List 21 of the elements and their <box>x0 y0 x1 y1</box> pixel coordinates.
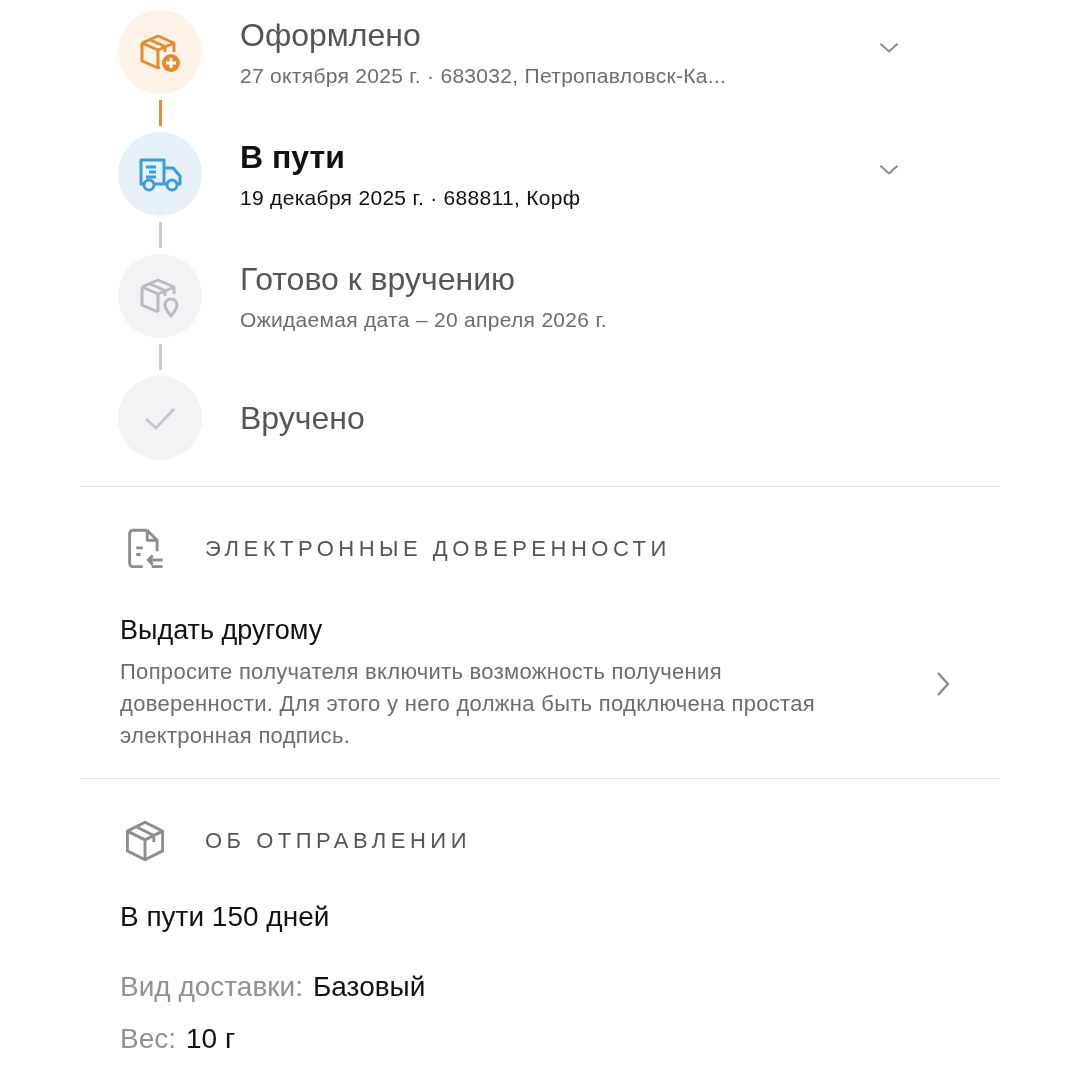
item-description: Попросите получателя включить возможность получения доверенности. Для этого у него должна быть подключена простая электронная подпись. <box>120 658 816 750</box>
step-subtitle: Ожидаемая дата – 20 апреля 2026 г. <box>240 307 607 332</box>
chevron-down-icon[interactable] <box>878 164 900 176</box>
step-title: Оформлено <box>240 16 422 54</box>
step-subtitle: 19 декабря 2025 г. · 688811, Корф <box>240 185 581 210</box>
proxy-item[interactable]: Выдать другому Попросите получателя включить возможность получения доверенности. Для этого у него должна быть подключена простая электронная подпись. <box>120 615 960 752</box>
field-value: 10 г <box>186 1023 236 1055</box>
step-subtitle: 27 октября 2025 г. · 683032, Петропавловск-Ка... <box>240 63 727 88</box>
field-value: Базовый <box>313 971 426 1003</box>
transit-duration: В пути 150 дней <box>120 901 331 933</box>
chevron-right-icon <box>936 670 950 697</box>
field-label: Вес: <box>120 1023 177 1055</box>
box-icon <box>123 819 167 863</box>
item-title: Выдать другому <box>120 615 324 646</box>
chevron-down-icon[interactable] <box>878 42 900 54</box>
section-header: ЭЛЕКТРОННЫЕ ДОВЕРЕННОСТИ <box>205 536 671 562</box>
step-title: В пути <box>240 138 346 176</box>
step-title: Вручено <box>240 399 365 437</box>
field-label: Вид доставки: <box>120 971 303 1003</box>
step-title: Готово к вручению <box>240 260 517 298</box>
section-header: ОБ ОТПРАВЛЕНИИ <box>205 828 471 854</box>
